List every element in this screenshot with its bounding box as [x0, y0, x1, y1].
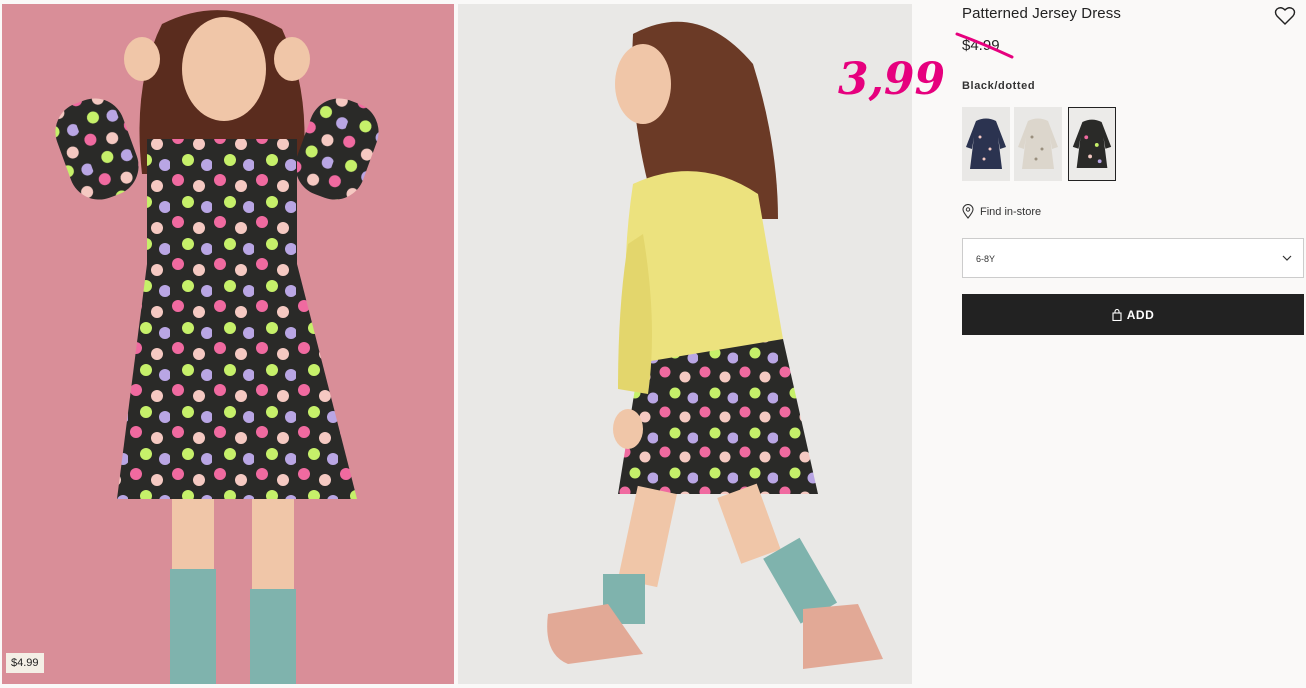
- original-price: $4.99: [962, 37, 1000, 54]
- heart-icon: [1274, 7, 1296, 25]
- product-image-front[interactable]: $4.99: [2, 4, 454, 684]
- add-to-bag-label: ADD: [1126, 307, 1155, 322]
- find-in-store-link[interactable]: Find in-store: [962, 204, 1041, 219]
- bag-icon: [1112, 308, 1122, 321]
- size-select-value: 6-8Y: [976, 254, 996, 264]
- size-select[interactable]: 6-8Y: [962, 238, 1304, 278]
- add-to-bag-button[interactable]: ADD: [962, 294, 1304, 335]
- product-image-side[interactable]: [458, 4, 912, 684]
- find-in-store-label: Find in-store: [980, 205, 1042, 218]
- image-price-tag: $4.99: [6, 653, 44, 673]
- color-label: Black/dotted: [962, 80, 1036, 92]
- swatch-thumbnail: [1018, 118, 1058, 169]
- sale-price: 3,99: [838, 54, 946, 105]
- product-photo-front: [2, 4, 454, 684]
- favorite-button[interactable]: [1274, 6, 1296, 26]
- swatch-black-dotted[interactable]: [1068, 107, 1116, 181]
- chevron-down-icon: [1282, 255, 1292, 261]
- swatch-thumbnail: [1072, 119, 1112, 168]
- location-pin-icon: [962, 204, 974, 219]
- product-title: Patterned Jersey Dress: [962, 5, 1121, 22]
- swatch-dark-blue-patterned[interactable]: [962, 107, 1010, 181]
- swatch-light-beige-patterned[interactable]: [1014, 107, 1062, 181]
- swatch-thumbnail: [966, 118, 1006, 169]
- product-photo-side: [458, 4, 912, 684]
